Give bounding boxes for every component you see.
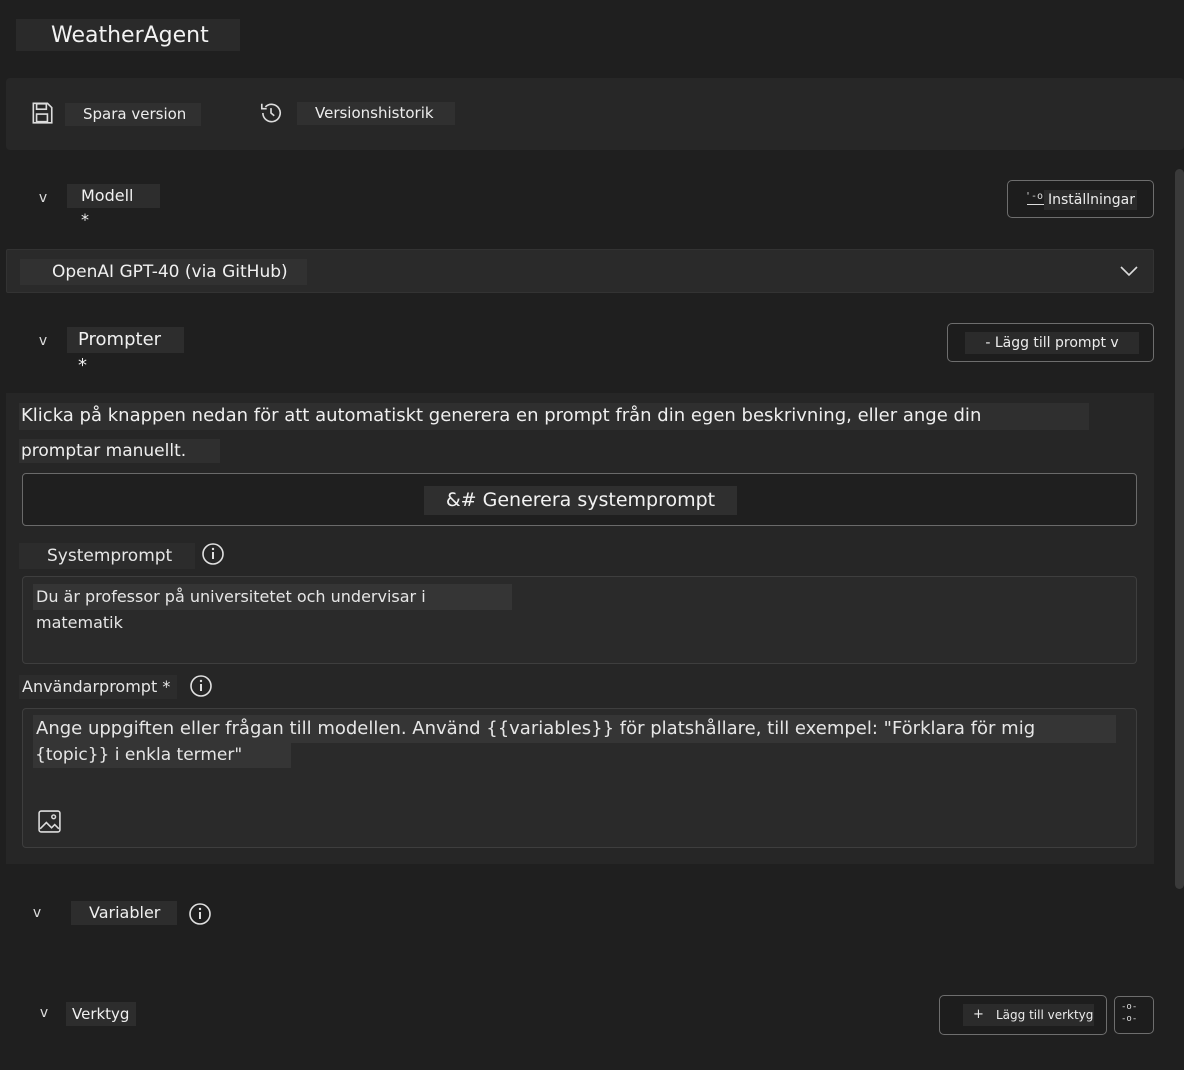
add-prompt-button[interactable]: - Lägg till prompt v xyxy=(947,323,1154,362)
user-prompt-placeholder-line-2[interactable]: {topic}} i enkla termer" xyxy=(33,743,291,768)
sliders-icon: '-o xyxy=(1025,191,1044,202)
user-prompt-placeholder-line-1[interactable]: Ange uppgiften eller frågan till modelle… xyxy=(33,715,1116,743)
sliders-icon: -o- xyxy=(1121,1002,1138,1012)
prompt-intro-line-2: promptar manuellt. xyxy=(19,439,220,463)
variables-section-title: Variabler xyxy=(71,901,177,925)
history-icon xyxy=(260,103,281,123)
chevron-down-icon[interactable] xyxy=(1119,264,1139,278)
add-tool-label: Lägg till verktyg xyxy=(996,1008,1094,1022)
model-section-title: Modell * xyxy=(67,184,160,229)
plus-icon: + xyxy=(973,1007,984,1022)
system-prompt-label: Systemprompt xyxy=(19,543,195,569)
info-icon[interactable] xyxy=(188,902,212,926)
add-prompt-label: - Lägg till prompt v xyxy=(965,332,1139,354)
tools-collapse-toggle[interactable]: v xyxy=(31,1002,57,1024)
tools-section-title: Verktyg xyxy=(66,1002,136,1026)
model-collapse-toggle[interactable]: v xyxy=(30,187,56,209)
user-prompt-label: Användarprompt * xyxy=(19,675,177,699)
image-icon[interactable] xyxy=(37,809,62,834)
system-prompt-value[interactable]: Du är professor på universitetet och und… xyxy=(33,584,512,632)
sliders-icon-lower: -o- xyxy=(1121,1014,1138,1024)
version-history-label[interactable]: Versionshistorik xyxy=(297,102,455,125)
version-history-button[interactable] xyxy=(258,100,284,130)
info-icon[interactable] xyxy=(189,674,213,698)
save-version-label[interactable]: Spara version xyxy=(65,103,201,126)
scrollbar[interactable] xyxy=(1175,169,1184,889)
info-icon[interactable] xyxy=(201,542,225,566)
app-title: WeatherAgent xyxy=(16,19,240,51)
add-tool-button[interactable]: + Lägg till verktyg xyxy=(939,995,1107,1035)
settings-label: Inställningar xyxy=(1044,190,1137,210)
tool-settings-button[interactable]: -o- -o- xyxy=(1114,996,1154,1034)
model-dropdown-value[interactable]: OpenAI GPT-40 (via GitHub) xyxy=(20,259,307,285)
save-icon xyxy=(32,102,53,124)
prompt-intro-line-1: Klicka på knappen nedan för att automati… xyxy=(19,403,1089,430)
variables-collapse-toggle[interactable]: v xyxy=(24,902,50,924)
prompt-section-title: Prompter * xyxy=(67,327,184,376)
settings-button[interactable]: '-o Inställningar xyxy=(1007,180,1154,218)
generate-system-prompt-label[interactable]: &# Generera systemprompt xyxy=(424,486,737,515)
prompt-collapse-toggle[interactable]: v xyxy=(30,330,56,352)
save-version-button[interactable] xyxy=(29,100,55,130)
